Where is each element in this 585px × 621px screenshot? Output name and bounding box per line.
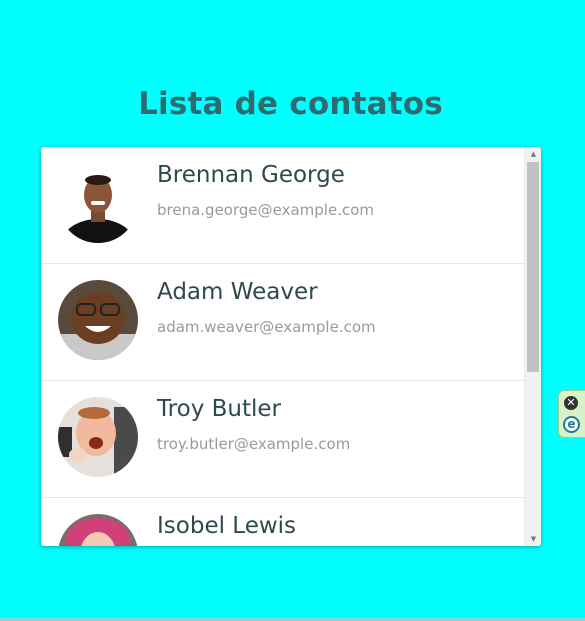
contact-list-item[interactable]: Adam Weaver adam.weaver@example.com [41, 264, 524, 381]
contact-email: brena.george@example.com [157, 201, 375, 219]
contact-list-item[interactable]: Isobel Lewis [41, 498, 524, 546]
contact-list-scrollbar[interactable]: ▲ ▼ [524, 147, 541, 546]
contact-name: Isobel Lewis [157, 513, 297, 539]
contact-name: Troy Butler [157, 396, 281, 422]
extension-logo-icon[interactable]: e [563, 416, 580, 433]
contact-list[interactable]: Brennan George brena.george@example.com … [41, 147, 524, 546]
contact-avatar [58, 514, 138, 546]
extension-widget: ✕ e [558, 390, 585, 438]
contact-name: Brennan George [157, 162, 345, 188]
app-page: Lista de contatos Brennan George brena.g… [0, 0, 585, 621]
scroll-up-arrow-icon[interactable]: ▲ [525, 147, 541, 161]
close-icon[interactable]: ✕ [564, 396, 578, 410]
contact-email: adam.weaver@example.com [157, 318, 376, 336]
page-title: Lista de contatos [138, 86, 443, 122]
contact-avatar [58, 163, 138, 243]
contact-avatar [58, 397, 138, 477]
contact-email: troy.butler@example.com [157, 435, 351, 453]
contact-name: Adam Weaver [157, 279, 318, 305]
contact-avatar [58, 280, 138, 360]
contact-list-item[interactable]: Troy Butler troy.butler@example.com [41, 381, 524, 498]
scrollbar-thumb[interactable] [527, 162, 539, 372]
contact-list-item[interactable]: Brennan George brena.george@example.com [41, 147, 524, 264]
contact-list-card: Brennan George brena.george@example.com … [41, 147, 541, 546]
scroll-down-arrow-icon[interactable]: ▼ [525, 532, 541, 546]
